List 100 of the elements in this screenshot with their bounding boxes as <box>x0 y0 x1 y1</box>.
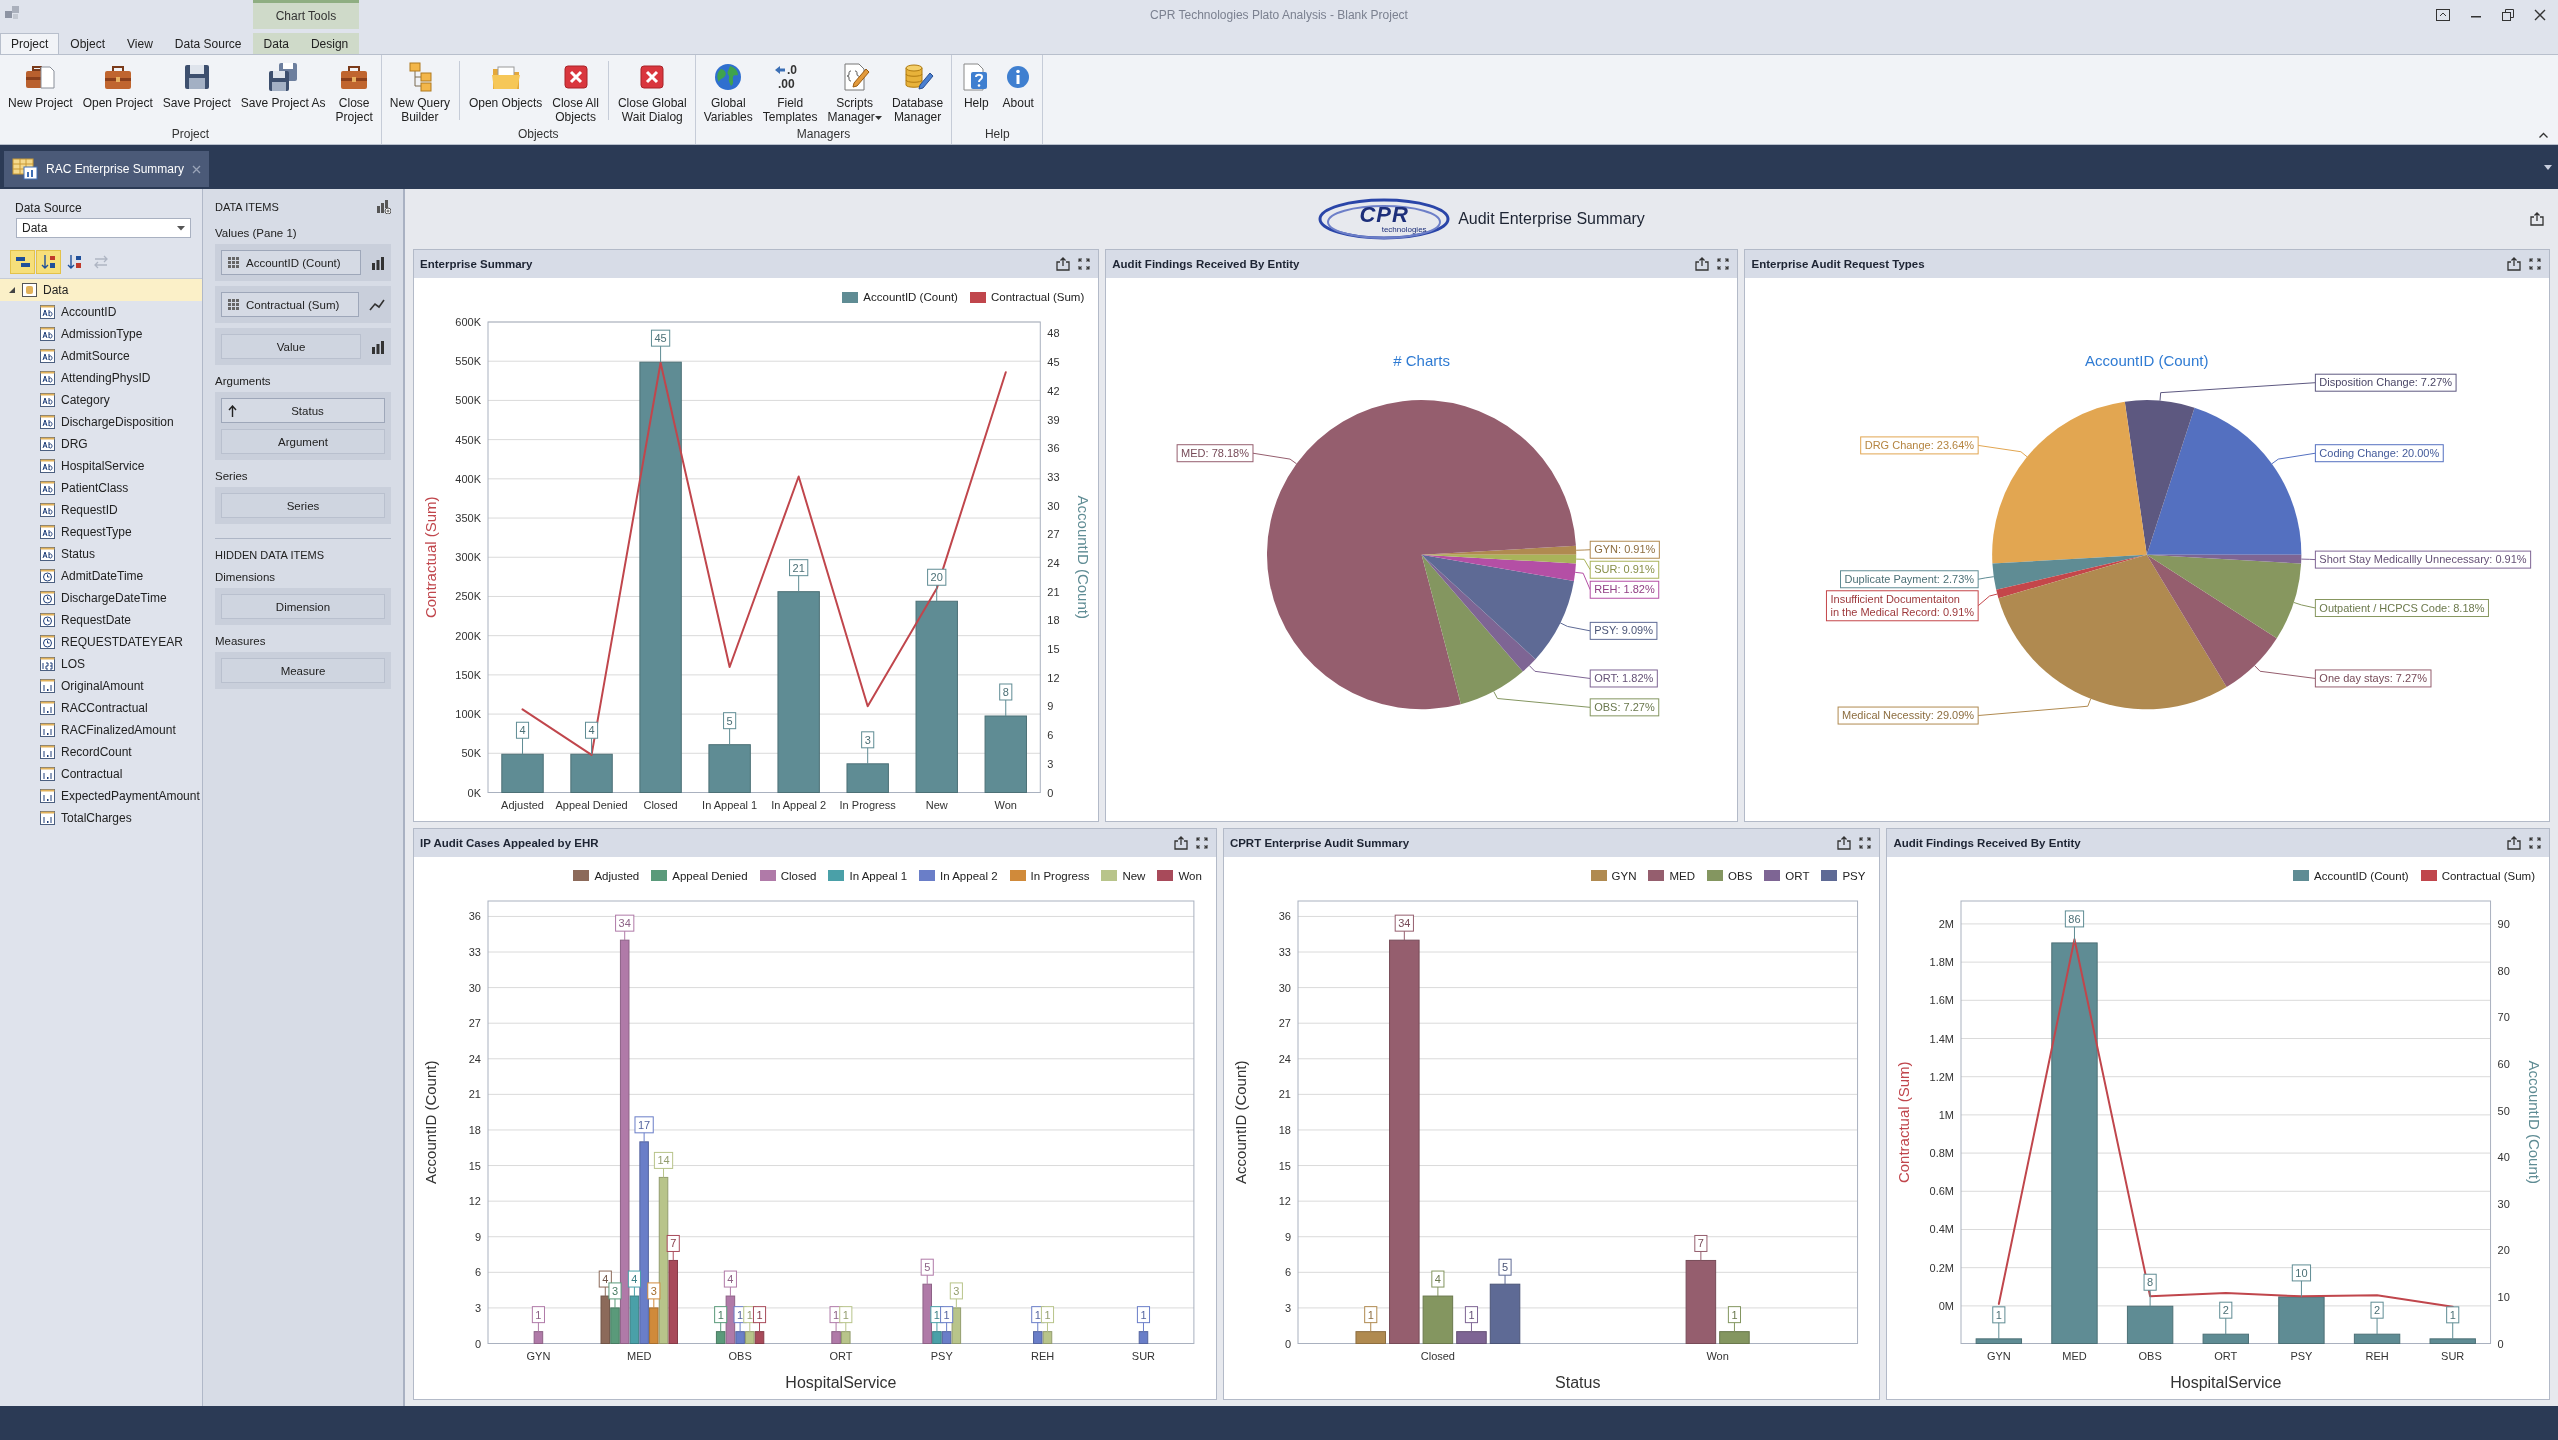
slice-label: Insufficient Documentaiton in the Medical Record: 0.91% <box>1826 590 1980 622</box>
data-label: 3 <box>864 733 871 746</box>
tree-item[interactable]: RecordCount <box>0 741 202 763</box>
drop-zone[interactable]: Series <box>221 493 385 518</box>
tree-item[interactable]: AttendingPhysID <box>0 367 202 389</box>
ribbon-tab[interactable]: View <box>116 33 164 54</box>
tree-item[interactable]: RequestID <box>0 499 202 521</box>
bar-chart-icon[interactable] <box>371 339 385 354</box>
ribbon-button[interactable]: Scripts Manager <box>822 59 887 126</box>
ribbon-button[interactable]: Global Variables <box>698 59 758 126</box>
ribbon-button[interactable]: .0 .00 Field Templates <box>757 59 823 126</box>
data-label: 7 <box>1697 1236 1704 1249</box>
tree-item[interactable]: DischargeDateTime <box>0 587 202 609</box>
tree-item[interactable]: TotalCharges <box>0 807 202 829</box>
export-icon[interactable] <box>2507 835 2521 850</box>
tree-item[interactable]: DRG <box>0 433 202 455</box>
tree-item[interactable]: RequestType <box>0 521 202 543</box>
maximize-icon[interactable] <box>1195 836 1208 849</box>
ribbon-tab[interactable]: Data Source <box>163 33 253 54</box>
close-icon[interactable] <box>2534 9 2546 21</box>
tree-item[interactable]: Status <box>0 543 202 565</box>
maximize-icon[interactable] <box>1859 836 1872 849</box>
tree-item[interactable]: RACContractual <box>0 697 202 719</box>
bar <box>1456 1330 1487 1344</box>
ribbon-button[interactable]: Open Objects <box>463 59 548 112</box>
ribbon-button[interactable]: About <box>997 59 1040 112</box>
restore-icon[interactable] <box>2502 9 2514 21</box>
ribbon-button[interactable]: Close Global Wait Dialog <box>612 59 692 126</box>
tree-item[interactable]: ExpectedPaymentAmount <box>0 785 202 807</box>
data-label: 4 <box>723 1270 737 1297</box>
ribbon-button[interactable]: Open Project <box>77 59 158 112</box>
document-tab[interactable]: RAC Enterprise Summary <box>4 151 210 187</box>
ribbon-button[interactable]: Save Project As <box>235 59 331 112</box>
ribbon-button[interactable]: Database Manager <box>886 59 949 126</box>
export-icon[interactable] <box>1173 835 1188 850</box>
ribbon-button[interactable]: Save Project <box>157 59 236 112</box>
tree-item[interactable]: Data <box>0 279 202 301</box>
maximize-icon[interactable] <box>1078 258 1091 270</box>
ribbon-button[interactable]: New Project <box>3 59 78 112</box>
export-icon[interactable] <box>1695 257 1710 271</box>
data-item-button[interactable]: Contractual (Sum) <box>221 292 359 317</box>
ribbon-tab[interactable]: Object <box>59 33 117 54</box>
ribbon-button[interactable]: New Query Builder <box>384 59 455 126</box>
ribbon-tab[interactable]: Design <box>299 33 360 54</box>
tree-item[interactable]: RequestDate <box>0 609 202 631</box>
collapse-ribbon-icon[interactable] <box>2539 132 2548 138</box>
bar <box>1033 1330 1043 1344</box>
axis-tick-label: 21 <box>468 1087 481 1100</box>
export-icon[interactable] <box>2507 257 2521 271</box>
tree-item[interactable]: OriginalAmount <box>0 675 202 697</box>
ribbon-button[interactable]: Help <box>955 59 998 112</box>
ribbon-button[interactable]: Close All Objects <box>547 59 604 126</box>
tree-item[interactable]: RACFinalizedAmount <box>0 719 202 741</box>
tab-list-caret-icon[interactable] <box>2544 164 2552 170</box>
maximize-icon[interactable] <box>2529 836 2541 849</box>
dashboard-title: Audit Enterprise Summary <box>1458 210 1645 228</box>
ribbon-display-options-icon[interactable] <box>2436 9 2450 21</box>
tree-item[interactable]: AdmitSource <box>0 345 202 367</box>
toolbar-button[interactable] <box>10 250 35 274</box>
line-chart-icon[interactable] <box>369 298 385 311</box>
slice-label: SUR: 0.91% <box>1594 563 1656 576</box>
ribbon-tab[interactable]: Project <box>0 33 60 54</box>
data-label: 1 <box>1731 1308 1738 1321</box>
toolbar-button[interactable] <box>36 250 61 274</box>
axis-tick-label: 1M <box>1939 1108 1955 1121</box>
data-label: 1 <box>1136 1305 1151 1332</box>
tree-item[interactable]: DischargeDisposition <box>0 411 202 433</box>
floppy-disks-icon[interactable] <box>267 61 300 93</box>
export-icon[interactable] <box>2530 212 2544 226</box>
add-chart-icon[interactable] <box>377 200 391 214</box>
drop-zone[interactable]: Measure <box>221 658 385 683</box>
data-item-button[interactable]: Status <box>221 398 385 423</box>
maximize-icon[interactable] <box>2529 258 2541 270</box>
tree-item[interactable]: AdmitDateTime <box>0 565 202 587</box>
axis-tick-label: OBS <box>2138 1349 2163 1361</box>
tree-item[interactable]: AccountID <box>0 301 202 323</box>
leader-line <box>1575 549 1591 551</box>
export-icon[interactable] <box>1056 257 1071 271</box>
tree-item[interactable]: PatientClass <box>0 477 202 499</box>
tree-item[interactable]: HospitalService <box>0 455 202 477</box>
export-icon[interactable] <box>1837 835 1852 850</box>
maximize-icon[interactable] <box>1717 258 1730 270</box>
bar-chart-icon[interactable] <box>371 255 385 270</box>
expand-toggle-icon[interactable] <box>8 286 16 294</box>
tree-item[interactable]: Category <box>0 389 202 411</box>
drop-zone[interactable]: Value <box>221 334 361 359</box>
tree-item[interactable]: Contractual <box>0 763 202 785</box>
close-tab-icon[interactable] <box>192 164 202 174</box>
data-label: 4 <box>727 1272 734 1285</box>
data-source-dropdown[interactable]: Data <box>16 218 191 238</box>
axis-tick-label: 39 <box>1047 413 1060 426</box>
ribbon-tab[interactable]: Data <box>252 33 300 54</box>
tree-item[interactable]: REQUESTDATEYEAR <box>0 631 202 653</box>
data-item-button[interactable]: AccountID (Count) <box>221 250 361 275</box>
drop-zone[interactable]: Argument <box>221 429 385 454</box>
tree-item[interactable]: AdmissionType <box>0 323 202 345</box>
ribbon-button[interactable]: Close Project <box>330 59 378 126</box>
data-label: 4 <box>585 721 599 755</box>
tree-item[interactable]: LOS <box>0 653 202 675</box>
drop-zone[interactable]: Dimension <box>221 594 385 619</box>
